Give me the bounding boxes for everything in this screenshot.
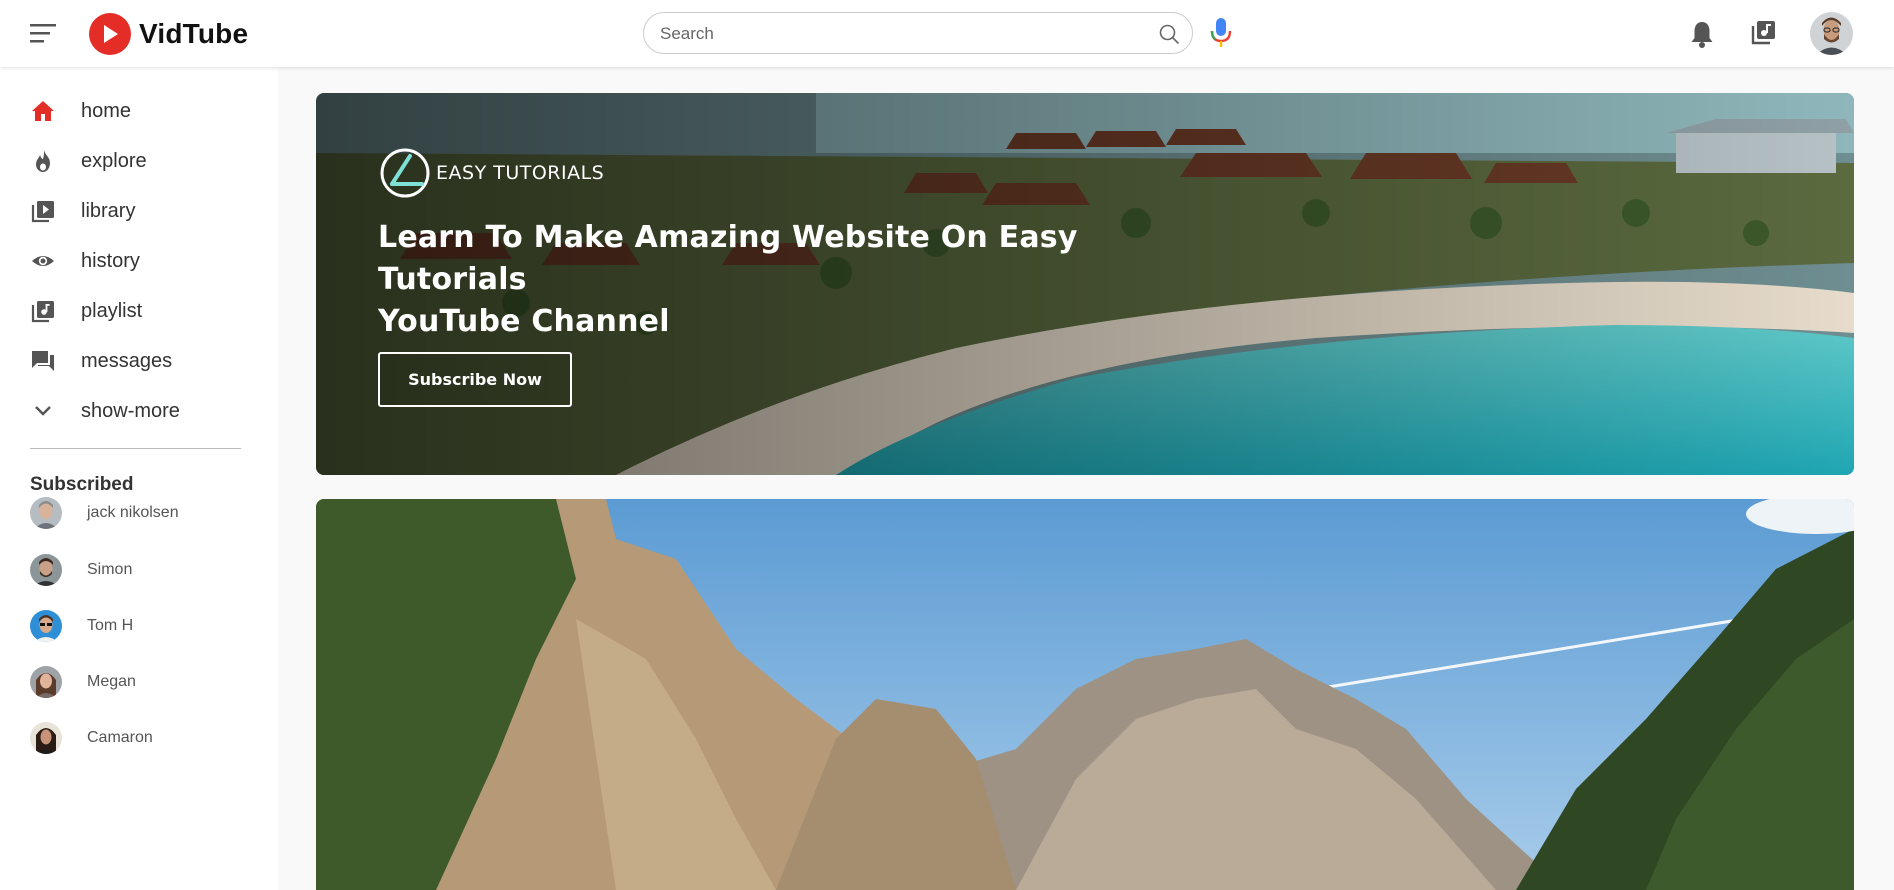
sidebar: home explore library history playlist me…: [0, 67, 278, 890]
channel-banner: EASY TUTORIALS Learn To Make Amazing Web…: [316, 93, 1854, 475]
search-icon[interactable]: [1158, 23, 1180, 45]
avatar: [30, 722, 62, 754]
subscription-item[interactable]: Megan: [30, 665, 136, 699]
sidebar-item-messages[interactable]: messages: [30, 344, 172, 378]
subscription-item[interactable]: Camaron: [30, 721, 153, 755]
search-box: [643, 12, 1193, 55]
user-avatar[interactable]: [1810, 12, 1853, 55]
banner-heading: Learn To Make Amazing Website On Easy Tu…: [378, 217, 1198, 343]
mountain-landscape-image: [316, 499, 1854, 890]
avatar: [30, 666, 62, 698]
sidebar-divider: [30, 448, 241, 449]
home-icon: [30, 98, 56, 124]
play-logo-icon: [89, 13, 131, 55]
sidebar-item-library[interactable]: library: [30, 194, 135, 228]
chevron-down-icon: [30, 398, 56, 424]
top-navbar: VidTube: [0, 0, 1894, 67]
menu-icon[interactable]: [30, 22, 58, 44]
sidebar-item-show-more[interactable]: show-more: [30, 394, 180, 428]
playlist-icon: [30, 298, 56, 324]
avatar: [30, 497, 62, 529]
sidebar-item-label: show-more: [81, 399, 180, 422]
banner-heading-line-1: Learn To Make Amazing Website On Easy Tu…: [378, 220, 1078, 297]
logo[interactable]: VidTube: [89, 13, 248, 55]
sidebar-item-label: messages: [81, 349, 173, 372]
subscription-name: Simon: [87, 561, 133, 578]
subscribe-now-button[interactable]: Subscribe Now: [378, 352, 572, 407]
microphone-icon[interactable]: [1209, 17, 1233, 49]
search-input[interactable]: [658, 13, 1142, 55]
subscription-name: Tom H: [87, 617, 134, 634]
sidebar-item-explore[interactable]: explore: [30, 144, 147, 178]
avatar: [30, 610, 62, 642]
library-icon: [30, 198, 56, 224]
messages-icon: [30, 348, 56, 374]
history-icon: [30, 248, 56, 274]
subscription-name: Megan: [87, 673, 136, 690]
subscribed-heading: Subscribed: [30, 474, 134, 495]
notifications-bell-icon[interactable]: [1688, 19, 1716, 49]
sidebar-item-home[interactable]: home: [30, 94, 131, 128]
sidebar-item-label: history: [81, 249, 140, 272]
sidebar-item-label: library: [81, 199, 136, 222]
sidebar-item-label: home: [81, 99, 132, 122]
subscription-name: Camaron: [87, 729, 153, 746]
sidebar-item-label: playlist: [81, 299, 143, 322]
sidebar-item-history[interactable]: history: [30, 244, 140, 278]
easy-tutorials-brand: EASY TUTORIALS: [436, 162, 605, 184]
sidebar-item-playlist[interactable]: playlist: [30, 294, 142, 328]
video-thumbnail[interactable]: [316, 499, 1854, 890]
subscription-item[interactable]: jack nikolsen: [30, 496, 179, 530]
subscription-item[interactable]: Simon: [30, 553, 132, 587]
easy-tutorials-logo-icon: [380, 148, 430, 198]
explore-icon: [30, 148, 56, 174]
logo-text: VidTube: [139, 18, 249, 49]
subscription-name: jack nikolsen: [87, 504, 179, 521]
subscription-item[interactable]: Tom H: [30, 609, 133, 643]
avatar: [30, 554, 62, 586]
upload-music-icon[interactable]: [1750, 20, 1776, 46]
banner-heading-line-2: YouTube Channel: [378, 304, 670, 339]
easy-tutorials-logo: EASY TUTORIALS: [378, 146, 604, 200]
sidebar-item-label: explore: [81, 149, 147, 172]
